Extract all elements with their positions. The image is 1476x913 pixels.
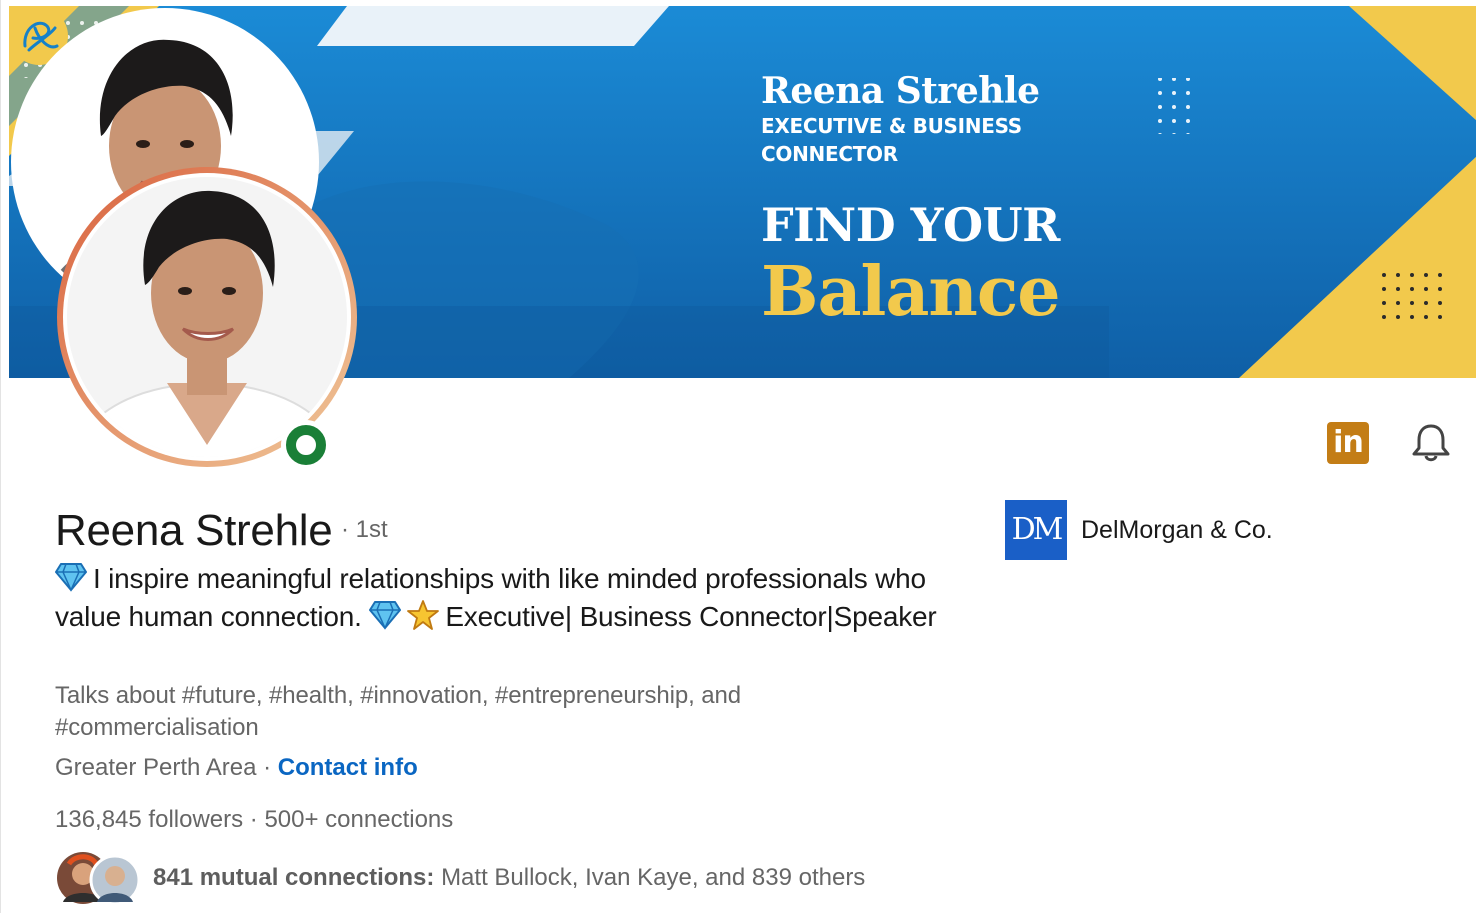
star-icon xyxy=(407,600,440,630)
gem-icon xyxy=(55,563,87,592)
separator: · xyxy=(243,806,265,833)
location-text: Greater Perth Area xyxy=(55,754,257,781)
company-name: DelMorgan & Co. xyxy=(1081,515,1273,544)
banner-tagline-bottom: Balance xyxy=(761,252,1061,332)
mutual-names: Matt Bullock, Ivan Kaye, and 839 others xyxy=(441,864,866,891)
banner-name: Reena Strehle xyxy=(761,70,1040,112)
linkedin-premium-badge-button[interactable]: in xyxy=(1327,422,1369,464)
banner-tagline-top: FIND YOUR xyxy=(761,198,1060,252)
talks-about: Talks about #future, #health, #innovatio… xyxy=(55,682,741,741)
connection-degree: · 1st xyxy=(341,516,388,543)
followers-count[interactable]: 136,845 followers xyxy=(55,806,243,833)
open-to-work-status-icon xyxy=(281,420,331,470)
mutual-connections[interactable]: 841 mutual connections: Matt Bullock, Iv… xyxy=(153,864,865,892)
bell-icon[interactable] xyxy=(1409,420,1453,464)
mutual-count: 841 mutual connections: xyxy=(153,864,435,891)
contact-info-link[interactable]: Contact info xyxy=(278,754,418,781)
current-company[interactable]: DM DelMorgan & Co. xyxy=(1005,500,1273,560)
profile-name: Reena Strehle xyxy=(55,506,333,555)
banner-role: EXECUTIVE & BUSINESS CONNECTOR xyxy=(761,114,1022,166)
profile-card: Reena Strehle EXECUTIVE & BUSINESS CONNE… xyxy=(0,0,1476,913)
company-logo: DM xyxy=(1005,500,1067,560)
separator: · xyxy=(256,754,278,781)
mutual-connections-avatars[interactable] xyxy=(55,850,141,906)
gem-icon xyxy=(369,601,402,630)
headline-text-2: Executive| Business Connector|Speaker xyxy=(445,601,937,632)
profile-headline: I inspire meaningful relationships with … xyxy=(55,560,975,636)
connections-count[interactable]: 500+ connections xyxy=(264,806,453,833)
location-line: Greater Perth Area · Contact info xyxy=(55,754,418,782)
network-stats: 136,845 followers · 500+ connections xyxy=(55,806,453,834)
